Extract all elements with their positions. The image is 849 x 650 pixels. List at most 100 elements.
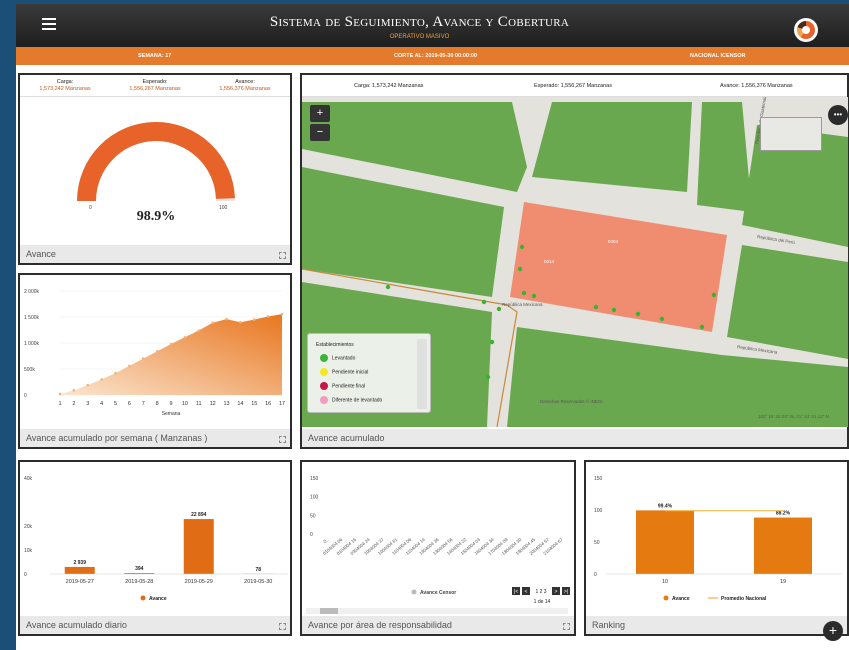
data-point (183, 335, 187, 339)
avance-label: Avance: (235, 79, 255, 85)
area-panel: 0 50 100 150 0.. 0104004 06 0104004 16 0304004 … (300, 460, 576, 636)
week-label: SEMANA: 17 (138, 53, 172, 59)
gauge-panel: Carga: 1,573,242 Manzanas Esperado: 1,556,… (18, 73, 292, 265)
y-tick-label: 50 (310, 513, 316, 519)
data-point (169, 342, 173, 346)
x-tick-label: 4 (100, 401, 103, 407)
y-tick-label: 500k (24, 367, 35, 373)
x-tick-label: 6 (128, 401, 131, 407)
bar (64, 566, 95, 574)
y-tick-label: 0 (24, 393, 27, 399)
panel-footer: Avance acumulado (302, 429, 847, 447)
hamburger-menu-icon[interactable] (42, 18, 56, 30)
data-point (225, 317, 228, 321)
inegi-logo (794, 18, 818, 42)
minimap[interactable] (760, 117, 822, 151)
x-tick-label: 19 (780, 579, 786, 585)
bar (754, 517, 812, 574)
x-tick-label: 1 (58, 401, 61, 407)
data-point (100, 378, 103, 381)
map-view[interactable]: República Mexicana República del Perú Re… (302, 97, 848, 427)
daily-panel-title: Avance acumulado diario (26, 620, 127, 630)
pager-label: 1 2 3 (535, 589, 546, 595)
data-label: 78 (255, 567, 261, 573)
y-tick-label: 0 (24, 572, 27, 578)
panel-footer: Avance (20, 245, 290, 263)
ranking-bar-chart: 0 50 100 150 99.4% 10 88.2% 19 Avance Promedio Na… (594, 476, 842, 602)
data-point (86, 383, 90, 387)
y-tick-label: 10k (24, 548, 33, 554)
gauge-fill (77, 122, 235, 201)
expand-icon[interactable] (279, 436, 286, 443)
y-tick-label: 50 (594, 540, 600, 546)
page-title: Sistema de Seguimiento, Avance y Cobertu… (269, 14, 570, 30)
map-attribution: Derechos Reservados © INEGI (540, 399, 603, 404)
y-tick-label: 150 (594, 476, 603, 482)
map-block (532, 102, 692, 192)
data-point (72, 389, 76, 392)
legend-label: Avance Censor (420, 590, 456, 596)
x-tick-label: 2019-05-29 (185, 579, 213, 585)
more-options-button[interactable]: ••• (828, 105, 848, 125)
expand-icon[interactable] (279, 623, 286, 630)
x-tick-label: 5 (114, 401, 117, 407)
map-carga: Carga: 1,573,242 Manzanas (354, 83, 424, 89)
y-tick-label: 0 (594, 572, 597, 578)
map-stats: Carga: 1,573,242 Manzanas Esperado: 1,55… (302, 75, 847, 97)
panel-footer: Avance acumulado por semana ( Manzanas ) (20, 429, 290, 447)
data-label: 88.2% (776, 511, 791, 517)
top-bar: Sistema de Seguimiento, Avance y Cobertu… (16, 4, 849, 47)
data-label: 99.4% (658, 503, 673, 509)
x-tick-label: 13 (223, 401, 229, 407)
data-point (155, 350, 159, 353)
add-button[interactable]: + (823, 621, 843, 641)
x-tick-label: 16 (265, 401, 271, 407)
daily-panel: 0 10k 20k 40k 2 939 2019-05-27 394 2019-05-28 22… (18, 460, 292, 636)
bar (636, 510, 694, 574)
data-point (141, 357, 145, 360)
map-esperado: Esperado: 1,556,267 Manzanas (534, 83, 612, 89)
legend-scrollbar[interactable] (417, 339, 427, 409)
y-tick-label: 2 000k (24, 289, 40, 295)
x-tick-label: 10 (182, 401, 188, 407)
data-label: 22 894 (191, 512, 207, 518)
ranking-panel-title: Ranking (592, 620, 626, 630)
legend-item-pendiente-inicial: Pendiente inicial (320, 368, 368, 377)
legend-item-levantado: Levantado (320, 354, 355, 363)
scrollbar-thumb (320, 608, 338, 614)
data-label: 394 (135, 566, 144, 572)
data-point (197, 329, 201, 332)
esperado-label: Esperado: (142, 79, 168, 85)
panel-footer: Avance por área de responsabilidad (302, 616, 574, 634)
block-label: 0014 (544, 259, 555, 264)
pink-dot-icon (320, 396, 328, 404)
pager-label: < (525, 589, 528, 595)
y-tick-label: 100 (594, 508, 603, 514)
page-subtitle: OPERATIVO MASIVO (389, 34, 450, 40)
x-tick-label: 0.. (322, 537, 329, 544)
legend-item-pendiente-final: Pendiente final (320, 382, 365, 391)
expand-icon[interactable] (563, 623, 570, 630)
gauge-value: 98.9% (136, 209, 176, 224)
legend-label: Pendiente final (332, 383, 366, 390)
panel-footer: Ranking (586, 616, 847, 634)
panel-footer: Avance acumulado diario (20, 616, 290, 634)
x-axis-label: Semana (162, 411, 181, 417)
y-tick-label: 1 000k (24, 341, 40, 347)
x-tick-label: 10 (662, 579, 668, 585)
y-tick-label: 150 (310, 476, 319, 482)
legend-label: Promedio Nacional (721, 596, 767, 602)
area-series (60, 314, 282, 395)
zoom-in-button[interactable]: + (310, 105, 330, 122)
x-tick-label: 9 (169, 401, 172, 407)
data-label: 2 939 (73, 560, 86, 566)
bar (183, 519, 214, 574)
x-tick-label: 14 (237, 401, 243, 407)
legend-title: Establecimientos (316, 342, 354, 348)
x-tick-label: 2019-05-30 (244, 579, 272, 585)
zoom-out-button[interactable]: − (310, 124, 330, 141)
data-point (114, 371, 117, 375)
scope-label: NACIONAL ICENSOR (690, 53, 746, 59)
expand-icon[interactable] (279, 252, 286, 259)
y-tick-label: 0 (310, 532, 313, 538)
